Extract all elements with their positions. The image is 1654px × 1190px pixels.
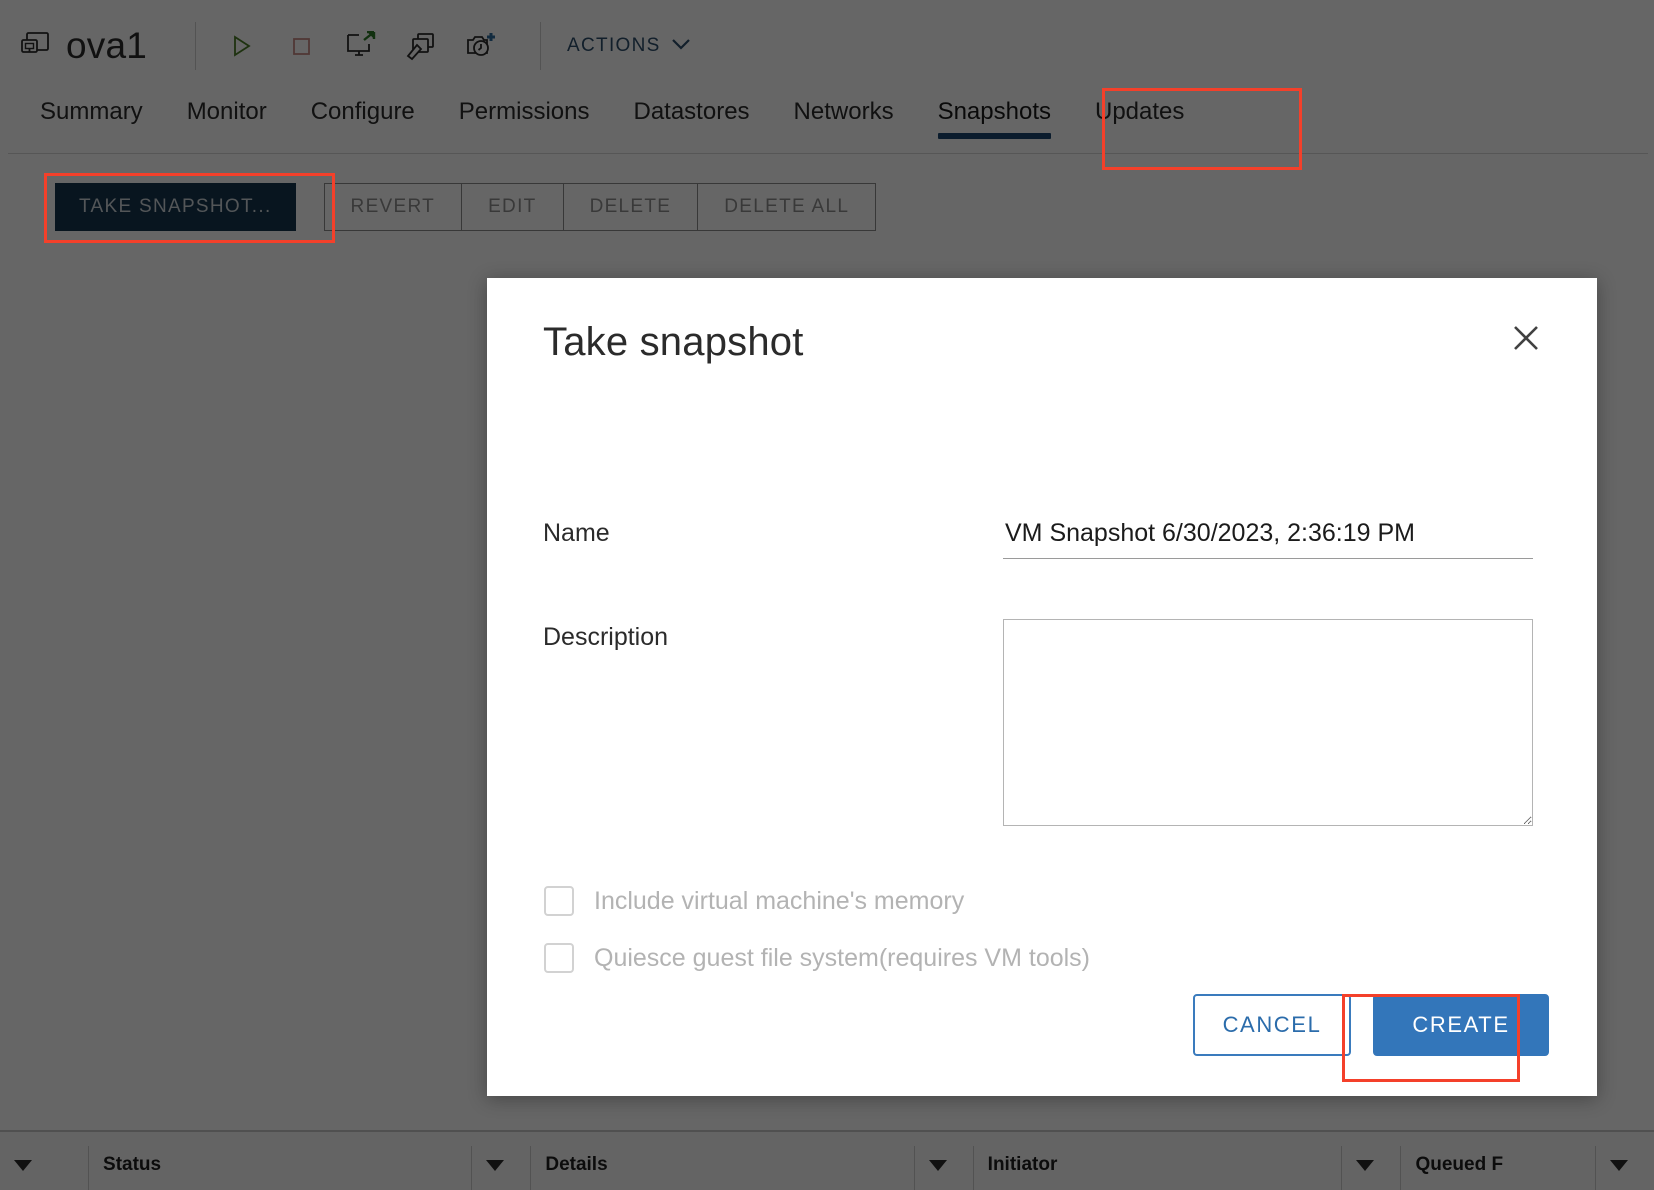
caret-down-icon (486, 1159, 505, 1171)
include-memory-label: Include virtual machine's memory (594, 886, 965, 915)
dialog-body: Name Description Include virtual machine… (487, 365, 1597, 994)
caret-down-icon (1610, 1159, 1628, 1171)
task-column-initiator-filter[interactable] (1341, 1146, 1400, 1190)
quiesce-checkbox[interactable] (544, 943, 574, 973)
take-snapshot-dialog: Take snapshot Name Description Include v… (487, 278, 1597, 1096)
tab-configure[interactable]: Configure (289, 92, 437, 144)
tab-networks[interactable]: Networks (772, 92, 916, 144)
description-label: Description (543, 623, 669, 651)
task-column-queued-filter[interactable] (1595, 1146, 1654, 1190)
snapshot-action-toolbar: TAKE SNAPSHOT... REVERT EDIT DELETE DELE… (55, 183, 877, 231)
task-column-status-label: Status (103, 1154, 162, 1175)
task-column-expander[interactable] (0, 1146, 88, 1190)
tab-datastores[interactable]: Datastores (611, 92, 771, 144)
take-snapshot-icon[interactable] (458, 23, 504, 69)
snapshot-button-group: REVERT EDIT DELETE DELETE ALL (323, 183, 877, 231)
vm-header: ova1 ACTIONS (0, 0, 1654, 92)
task-column-details[interactable]: Details (530, 1146, 913, 1190)
task-column-initiator[interactable]: Initiator (972, 1146, 1342, 1190)
migrate-vm-icon[interactable] (398, 23, 444, 69)
snapshot-name-input[interactable] (1003, 515, 1533, 559)
take-snapshot-button[interactable]: TAKE SNAPSHOT... (55, 183, 296, 231)
task-column-initiator-label: Initiator (987, 1154, 1058, 1175)
task-column-queued-for[interactable]: Queued F (1400, 1146, 1595, 1190)
task-column-status[interactable]: Status (88, 1146, 471, 1190)
delete-all-button[interactable]: DELETE ALL (697, 183, 877, 231)
caret-down-icon (928, 1159, 947, 1171)
task-column-details-filter[interactable] (913, 1146, 973, 1190)
include-memory-checkbox[interactable] (544, 886, 574, 916)
tab-permissions[interactable]: Permissions (437, 92, 612, 144)
tab-bar: Summary Monitor Configure Permissions Datast… (0, 92, 1654, 154)
quiesce-label: Quiesce guest file system(requires VM to… (594, 943, 1091, 972)
revert-button[interactable]: REVERT (323, 183, 462, 231)
power-off-icon[interactable] (278, 23, 324, 69)
tab-bar-divider (8, 153, 1648, 154)
recent-tasks-pane: Status Details Initiator Queued F (0, 1130, 1654, 1190)
include-memory-checkbox-row[interactable]: Include virtual machine's memory (544, 886, 1541, 916)
name-label: Name (543, 519, 610, 547)
header-divider-2 (540, 22, 542, 70)
tab-summary[interactable]: Summary (18, 92, 165, 144)
close-icon[interactable] (1503, 315, 1549, 361)
power-on-icon[interactable] (218, 23, 264, 69)
tab-snapshots[interactable]: Snapshots (916, 92, 1073, 144)
page-title: ova1 (66, 25, 148, 66)
launch-console-icon[interactable] (338, 23, 384, 69)
description-field-row: Description (543, 619, 1541, 826)
dialog-header: Take snapshot (487, 278, 1597, 365)
header-divider-1 (195, 22, 197, 70)
name-field-row: Name (543, 515, 1541, 559)
create-button[interactable]: CREATE (1373, 994, 1549, 1056)
caret-down-icon (14, 1159, 32, 1171)
tab-updates[interactable]: Updates (1073, 92, 1206, 144)
virtual-machine-icon (18, 29, 52, 63)
caret-down-icon (1356, 1159, 1375, 1171)
tab-monitor[interactable]: Monitor (165, 92, 289, 144)
quiesce-checkbox-row[interactable]: Quiesce guest file system(requires VM to… (544, 943, 1541, 973)
cancel-button[interactable]: CANCEL (1193, 994, 1351, 1056)
actions-menu-button[interactable]: ACTIONS (563, 29, 695, 63)
dialog-title: Take snapshot (543, 320, 804, 364)
chevron-down-icon (671, 35, 691, 57)
dialog-footer: CANCEL CREATE (487, 994, 1597, 1096)
snapshot-description-textarea[interactable] (1003, 619, 1533, 826)
edit-button[interactable]: EDIT (461, 183, 563, 231)
delete-button[interactable]: DELETE (562, 183, 698, 231)
task-column-details-label: Details (545, 1154, 608, 1175)
task-column-status-filter[interactable] (471, 1146, 530, 1190)
actions-label: ACTIONS (567, 35, 661, 56)
task-column-queued-for-label: Queued F (1415, 1154, 1504, 1175)
